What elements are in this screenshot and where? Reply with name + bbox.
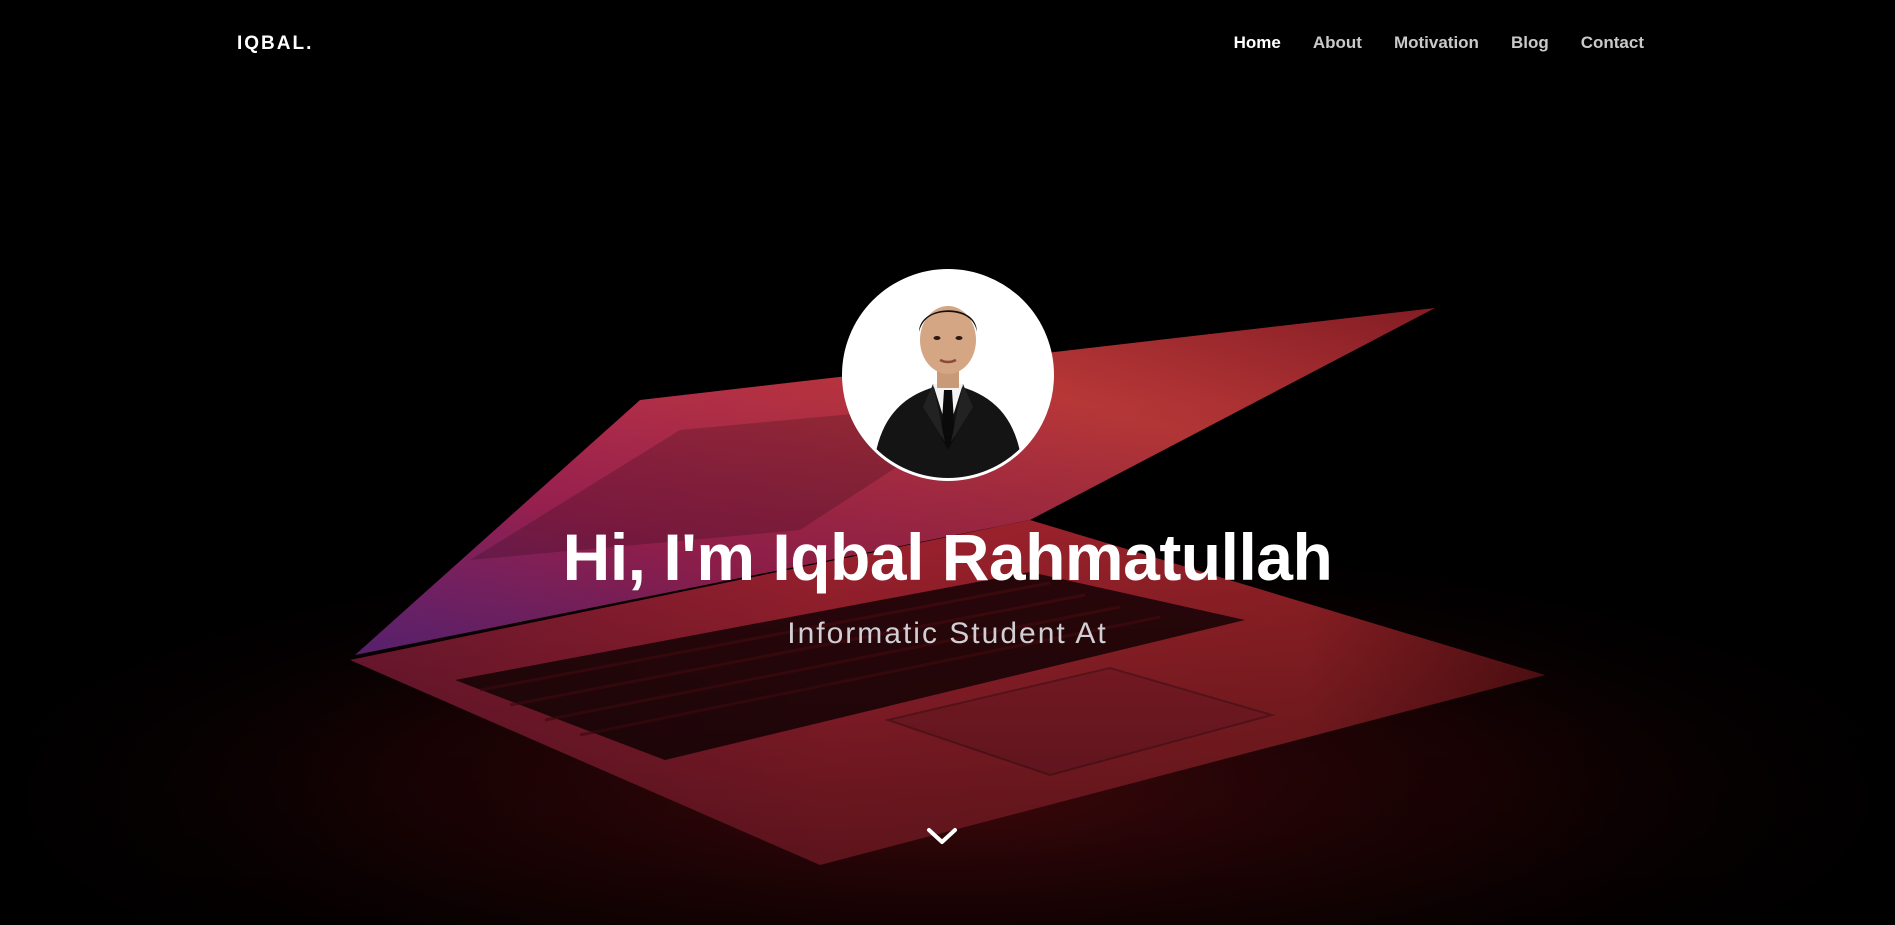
hero-subtitle: Informatic Student At — [787, 617, 1108, 650]
chevron-down-icon[interactable] — [925, 824, 959, 848]
nav-item-motivation[interactable]: Motivation — [1394, 33, 1479, 53]
hero-title: Hi, I'm Iqbal Rahmatullah — [562, 520, 1333, 594]
nav-item-contact[interactable]: Contact — [1581, 33, 1644, 53]
profile-photo — [845, 272, 1051, 478]
top-navbar: IQBAL. Home About Motivation Blog Contac… — [0, 0, 1895, 92]
hero-section: IQBAL. Home About Motivation Blog Contac… — [0, 0, 1895, 925]
nav-item-home[interactable]: Home — [1234, 33, 1281, 53]
brand-logo[interactable]: IQBAL. — [237, 33, 313, 55]
nav-menu: Home About Motivation Blog Contact — [1202, 33, 1644, 53]
profile-avatar — [842, 269, 1054, 481]
nav-item-about[interactable]: About — [1313, 33, 1362, 53]
nav-item-blog[interactable]: Blog — [1511, 33, 1549, 53]
